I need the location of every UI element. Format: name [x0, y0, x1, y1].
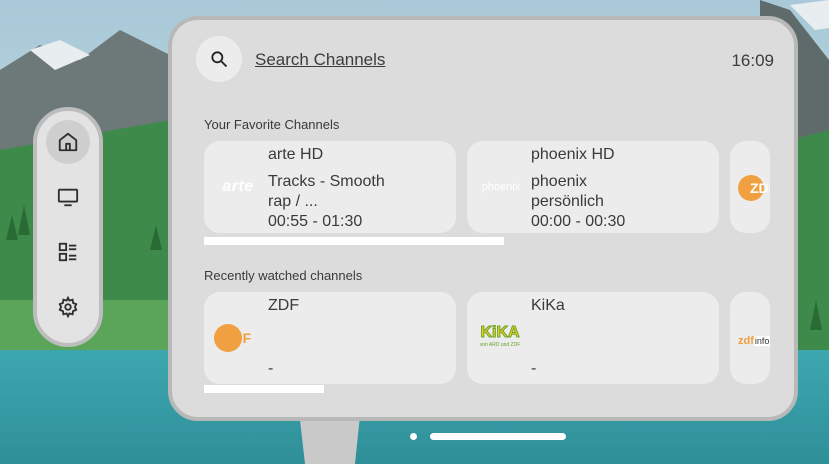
arte-logo: arte — [222, 178, 254, 195]
tv-icon — [57, 188, 79, 207]
channel-name: KiKa — [531, 297, 565, 314]
program-time: - — [531, 360, 537, 377]
recent-card-zdf[interactable]: ZDF ZDF - — [204, 292, 456, 384]
recent-scroll-progress — [204, 385, 324, 393]
channel-name: phoenix HD — [531, 146, 615, 163]
channel-name: ZDF — [268, 297, 300, 314]
program-title: phoenix persönlich — [531, 173, 604, 210]
sidebar-item-home[interactable] — [46, 120, 90, 164]
program-title: Tracks - Smooth rap / ... — [268, 173, 385, 210]
sidebar-item-guide[interactable] — [46, 230, 90, 274]
search-channels-link[interactable]: Search Channels — [255, 50, 385, 70]
pager-dot[interactable] — [410, 433, 417, 440]
recent-card-zdfinfo[interactable]: zdfinfo — [730, 292, 770, 384]
zdf-logo: ZDF — [214, 324, 264, 352]
pager-handle[interactable] — [430, 433, 566, 440]
list-icon — [58, 242, 77, 262]
favorite-card-arte[interactable]: arte arte HD Tracks - Smooth rap / ... 0… — [204, 141, 456, 233]
main-panel: Search Channels 16:09 Your Favorite Chan… — [168, 16, 798, 421]
zdf-logo: ZDF — [738, 175, 770, 201]
favorite-card-zdf[interactable]: ZDF — [730, 141, 770, 233]
phoenix-logo: phoenix — [481, 181, 521, 193]
home-icon — [58, 132, 78, 152]
recent-title: Recently watched channels — [204, 268, 363, 283]
favorites-scroll-progress — [204, 237, 504, 245]
search-icon — [211, 51, 228, 68]
kika-logo: KiKA von ARD und ZDF — [479, 324, 521, 349]
recent-card-kika[interactable]: KiKA von ARD und ZDF KiKa - — [467, 292, 719, 384]
favorite-card-phoenix[interactable]: phoenix phoenix HD phoenix persönlich 00… — [467, 141, 719, 233]
zdfinfo-logo: zdfinfo — [738, 335, 770, 347]
gear-icon — [58, 296, 78, 318]
program-time: 00:55 - 01:30 — [268, 213, 363, 230]
sidebar-nav — [33, 107, 103, 347]
sidebar-item-settings[interactable] — [46, 285, 90, 329]
program-time: 00:00 - 00:30 — [531, 213, 626, 230]
program-time: - — [268, 360, 274, 377]
favorites-title: Your Favorite Channels — [204, 117, 340, 132]
search-button[interactable] — [196, 36, 242, 82]
sidebar-item-tv[interactable] — [46, 175, 90, 219]
channel-name: arte HD — [268, 146, 324, 163]
clock: 16:09 — [731, 51, 774, 70]
